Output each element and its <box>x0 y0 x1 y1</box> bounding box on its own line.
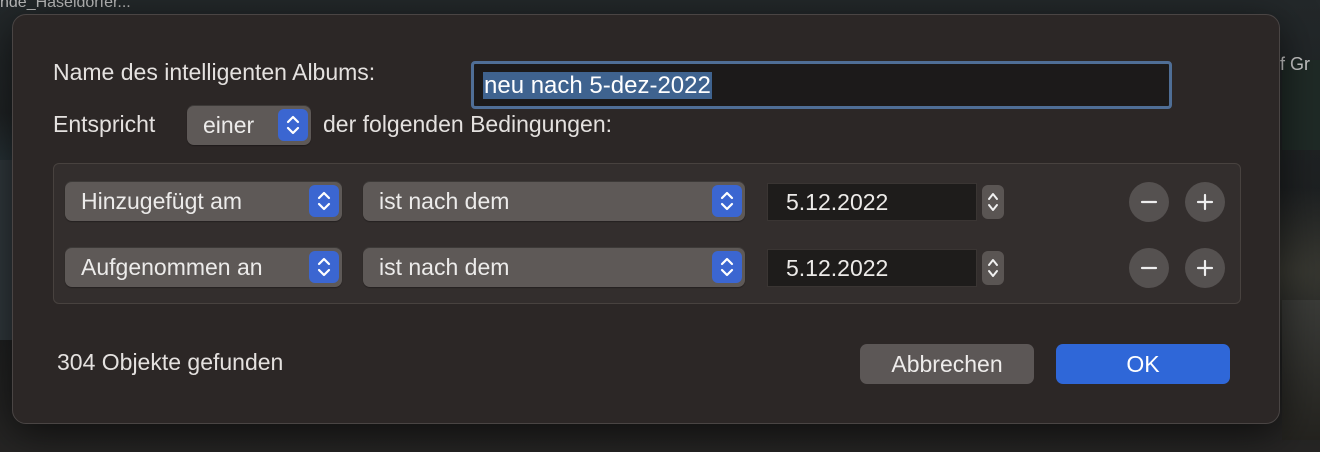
conditions-list: Hinzugefügt am ist nach dem 5.12.2022 Au… <box>53 163 1241 304</box>
rule-2-date-stepper[interactable] <box>982 251 1004 285</box>
chevron-up-down-icon <box>309 185 339 217</box>
background-text: f Gr <box>1280 54 1310 74</box>
minus-icon <box>1140 200 1158 204</box>
rule-1-remove-button[interactable] <box>1129 182 1169 222</box>
rule-2-field-value: Aufgenommen an <box>81 254 263 280</box>
match-suffix-label: der folgenden Bedingungen: <box>323 111 613 137</box>
rule-2-remove-button[interactable] <box>1129 248 1169 288</box>
album-name-label: Name des intelligenten Albums: <box>53 59 376 85</box>
match-mode-popup[interactable]: einer <box>187 105 311 145</box>
album-name-value[interactable]: neu nach 5-dez-2022 <box>483 72 712 99</box>
rule-2-operator-value: ist nach dem <box>379 254 510 280</box>
chevron-up-down-icon <box>712 251 742 283</box>
rule-1-date-stepper[interactable] <box>982 185 1004 219</box>
rule-1-field-value: Hinzugefügt am <box>81 188 243 214</box>
stepper-arrows-icon <box>988 193 998 211</box>
minus-icon <box>1140 266 1158 270</box>
rule-1-add-button[interactable] <box>1185 182 1225 222</box>
plus-icon <box>1196 259 1214 277</box>
background-title: nde_Haseldorfer... <box>0 0 131 11</box>
chevron-up-down-icon <box>309 251 339 283</box>
cancel-button[interactable]: Abbrechen <box>860 344 1034 384</box>
rule-2-field-popup[interactable]: Aufgenommen an <box>65 247 342 287</box>
rule-1-field-popup[interactable]: Hinzugefügt am <box>65 181 342 221</box>
rule-1-operator-popup[interactable]: ist nach dem <box>363 181 745 221</box>
chevron-up-down-icon <box>278 109 308 141</box>
plus-icon <box>1196 193 1214 211</box>
rule-1-operator-value: ist nach dem <box>379 188 510 214</box>
match-prefix-label: Entspricht <box>53 111 156 137</box>
match-mode-value: einer <box>203 112 255 138</box>
rule-1-date-field[interactable]: 5.12.2022 <box>767 183 977 221</box>
rule-2-operator-popup[interactable]: ist nach dem <box>363 247 745 287</box>
rule-2-date-field[interactable]: 5.12.2022 <box>767 249 977 287</box>
result-count-label: 304 Objekte gefunden <box>57 349 284 375</box>
album-name-input[interactable]: neu nach 5-dez-2022 <box>471 61 1172 109</box>
stepper-arrows-icon <box>988 259 998 277</box>
background-photo <box>1282 300 1320 440</box>
chevron-up-down-icon <box>712 185 742 217</box>
smart-album-dialog: Name des intelligenten Albums: neu nach … <box>12 14 1280 424</box>
rule-2-add-button[interactable] <box>1185 248 1225 288</box>
ok-button[interactable]: OK <box>1056 344 1230 384</box>
